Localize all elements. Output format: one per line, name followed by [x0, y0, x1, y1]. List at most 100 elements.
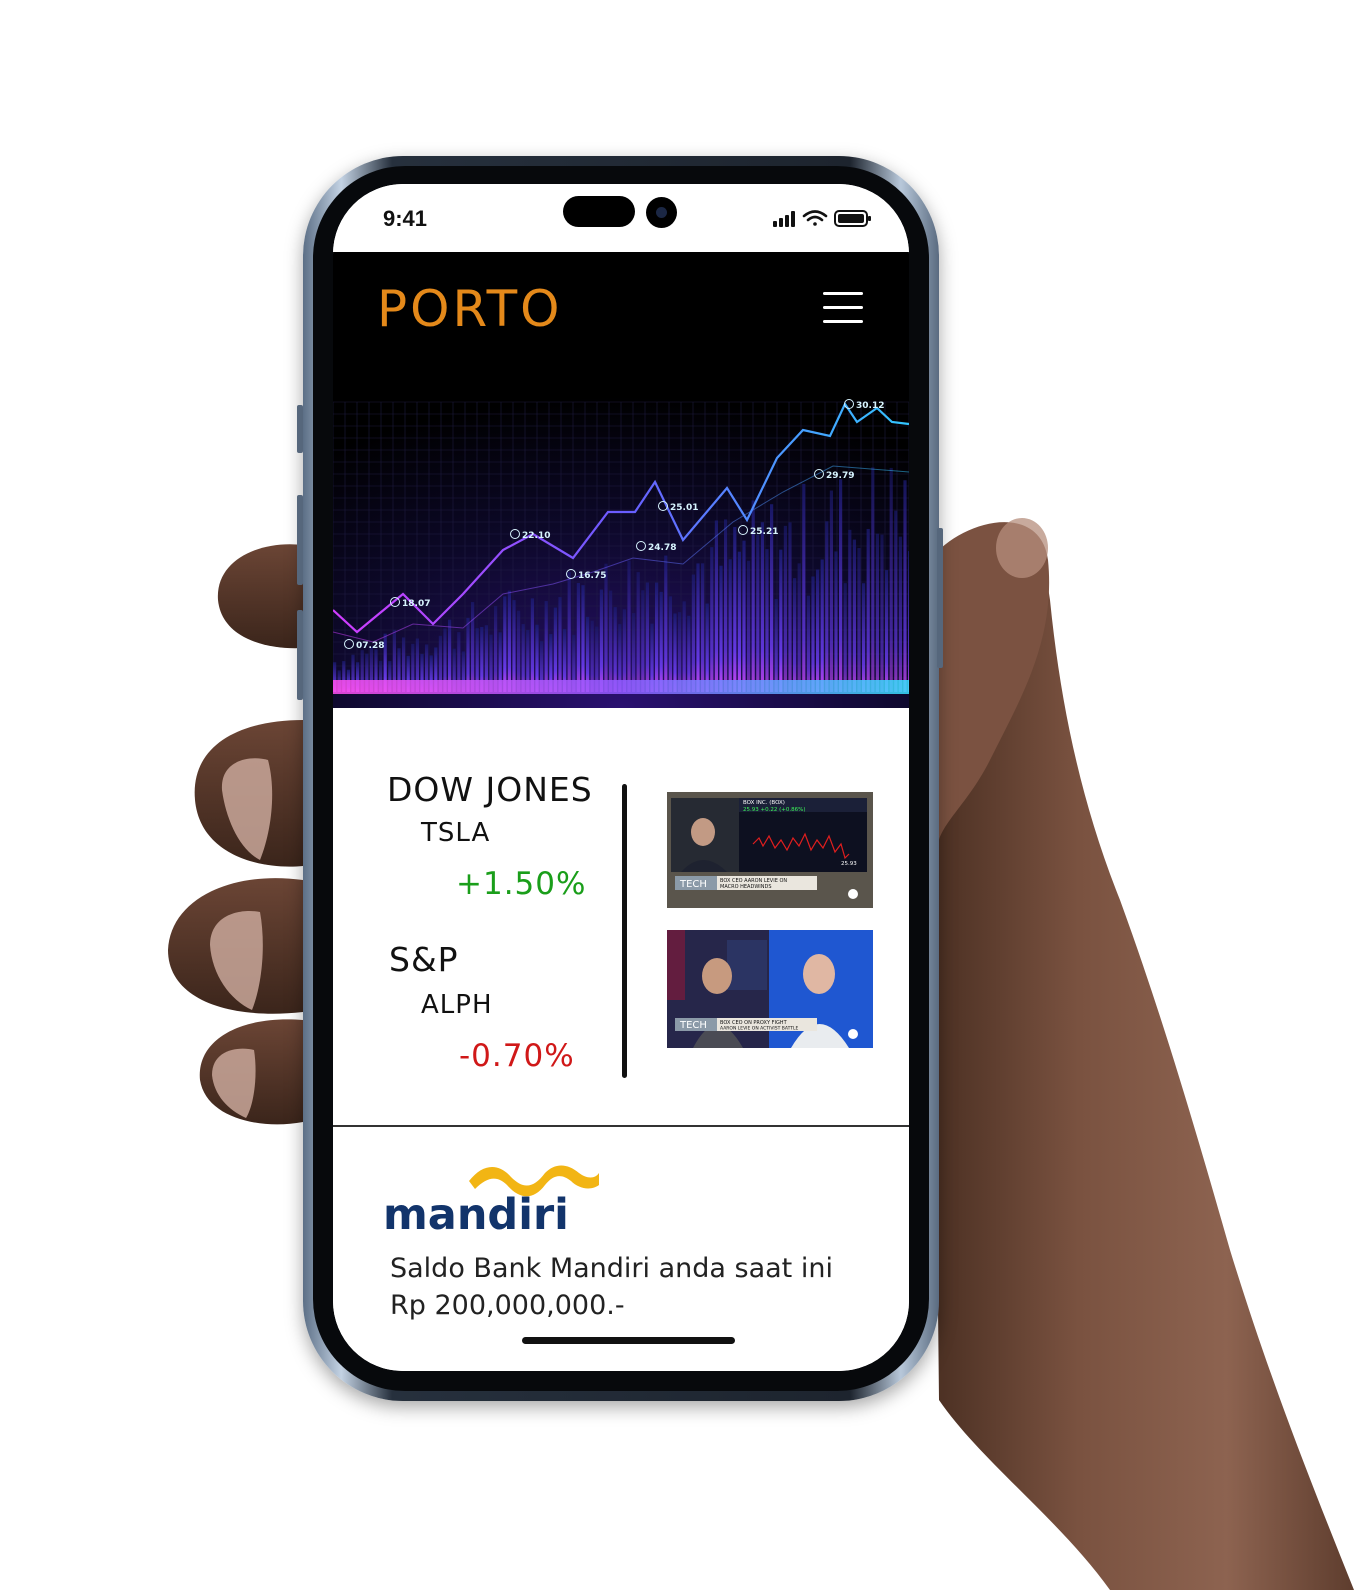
- hero-bar: [747, 560, 751, 692]
- hero-bar: [553, 607, 557, 692]
- hero-bar: [503, 596, 507, 692]
- hero-bar: [512, 600, 516, 692]
- volume-down-button: [297, 610, 303, 700]
- price-change: +1.50%: [456, 866, 587, 902]
- hero-bar: [889, 467, 893, 692]
- bank-balance-card: mandiri Saldo Bank Mandiri anda saat ini…: [333, 1127, 909, 1371]
- hero-bar: [659, 591, 663, 692]
- channel-tag: TECH: [679, 1020, 707, 1031]
- volume-up-button: [297, 495, 303, 585]
- hero-bar: [756, 534, 760, 692]
- ticker-quote: 25.93 +0.22 (+0.86%): [743, 807, 805, 813]
- hero-bar: [668, 596, 672, 692]
- hero-bar: [908, 551, 909, 692]
- hero-bar: [604, 563, 608, 692]
- hero-bar: [567, 572, 571, 692]
- hero-bar: [705, 603, 709, 692]
- balance-label: Saldo Bank Mandiri anda saat ini: [390, 1253, 833, 1284]
- vertical-divider: [622, 784, 627, 1078]
- hero-bar: [765, 549, 769, 692]
- headline-line2: AARON LEVIE ON ACTIVIST BATTLE: [720, 1026, 799, 1032]
- chart-value-label: 16.75: [578, 571, 606, 581]
- headline-line1: BOX CEO ON PROXY FIGHT: [720, 1020, 788, 1026]
- channel-tag: TECH: [679, 879, 707, 890]
- hero-bar: [622, 609, 626, 692]
- hero-bar: [701, 563, 705, 692]
- mandiri-logo: mandiri: [383, 1165, 599, 1233]
- ticker-name: BOX INC. (BOX): [743, 800, 785, 806]
- hero-bar: [558, 597, 562, 692]
- hero-bar: [788, 522, 792, 692]
- hero-bar: [471, 602, 475, 692]
- hero-bar: [641, 590, 645, 692]
- chart-value-label: 25.01: [670, 503, 698, 513]
- status-icons: [773, 210, 871, 227]
- headline-line2: MACRO HEADWINDS: [720, 884, 772, 890]
- hero-bar: [724, 519, 728, 692]
- status-time: 9:41: [383, 206, 428, 231]
- hero-bar: [839, 479, 843, 692]
- hero-bar: [793, 578, 797, 692]
- hero-bar: [719, 565, 723, 692]
- chart-value-label: 22.10: [522, 531, 550, 541]
- hero-bar: [898, 536, 902, 692]
- hero-bar: [655, 582, 659, 692]
- hero-chart-banner: 07.28 18.07 22.10 16.75 24.78 25.01 25.21 29.79…: [333, 362, 909, 708]
- power-button: [937, 528, 943, 668]
- hero-bar: [834, 551, 838, 692]
- price-change: -0.70%: [459, 1038, 575, 1074]
- status-bar: 9:41: [333, 184, 909, 252]
- bank-name: mandiri: [383, 1190, 569, 1233]
- hero-bar: [816, 569, 820, 692]
- news-video-thumbnail[interactable]: BOX INC. (BOX) 25.93 +0.22 (+0.86%) 25.9…: [667, 792, 873, 908]
- news-video-thumbnail[interactable]: TECH BOX CEO ON PROXY FIGHT AARON LEVIE …: [667, 930, 873, 1048]
- chart-value-label: 18.07: [402, 599, 430, 609]
- chart-value-label: 24.78: [648, 543, 676, 553]
- balance-amount: Rp 200,000,000.-: [390, 1290, 625, 1321]
- hero-bar: [599, 589, 603, 692]
- hero-bar: [742, 540, 746, 692]
- index-name: S&P: [389, 940, 459, 979]
- hero-bar: [848, 529, 852, 692]
- hero-bar: [779, 549, 783, 692]
- hero-bar: [843, 583, 847, 692]
- hero-bar: [517, 610, 521, 692]
- hero-bar: [880, 534, 884, 692]
- balance-text: Saldo Bank Mandiri anda saat ini Rp 200,…: [390, 1250, 833, 1324]
- hero-bar: [894, 510, 898, 692]
- hero-bar: [829, 490, 833, 692]
- side-button: [297, 405, 303, 453]
- hero-bar: [576, 583, 580, 692]
- hero-bar: [825, 521, 829, 692]
- hero-bar: [852, 539, 856, 692]
- hero-bar: [733, 526, 737, 692]
- hero-bar: [645, 582, 649, 692]
- ticker-symbol[interactable]: ALPH: [421, 990, 493, 1020]
- app-header: PORTO: [333, 252, 909, 363]
- hero-bar: [696, 563, 700, 692]
- hero-bar: [820, 559, 824, 692]
- network-logo-icon: [848, 889, 858, 899]
- hero-bar: [664, 555, 668, 692]
- hero-bar: [544, 601, 548, 692]
- last-price: 25.93: [841, 861, 857, 867]
- phone-screen: 9:41 PORTO 07.28 18.07 22.10 16.75 24.78…: [333, 184, 909, 1371]
- hero-bar: [714, 520, 718, 692]
- app-logo: PORTO: [377, 280, 563, 338]
- battery-icon: [834, 210, 871, 227]
- hero-bar: [581, 585, 585, 692]
- hero-bar: [636, 572, 640, 692]
- home-indicator[interactable]: [522, 1337, 735, 1344]
- hero-bar: [875, 533, 879, 692]
- ticker-symbol[interactable]: TSLA: [421, 818, 490, 848]
- hero-bar: [613, 607, 617, 692]
- hero-bar: [682, 601, 686, 692]
- hero-bar: [627, 560, 631, 692]
- hamburger-menu-icon[interactable]: [823, 292, 863, 324]
- hero-bar: [903, 480, 907, 692]
- signal-icon: [773, 211, 795, 227]
- hero-bar: [507, 590, 511, 692]
- market-summary: DOW JONES TSLA +1.50% S&P ALPH -0.70% BO…: [333, 708, 909, 1126]
- hero-bar: [806, 595, 810, 692]
- chart-value-label: 30.12: [856, 401, 884, 411]
